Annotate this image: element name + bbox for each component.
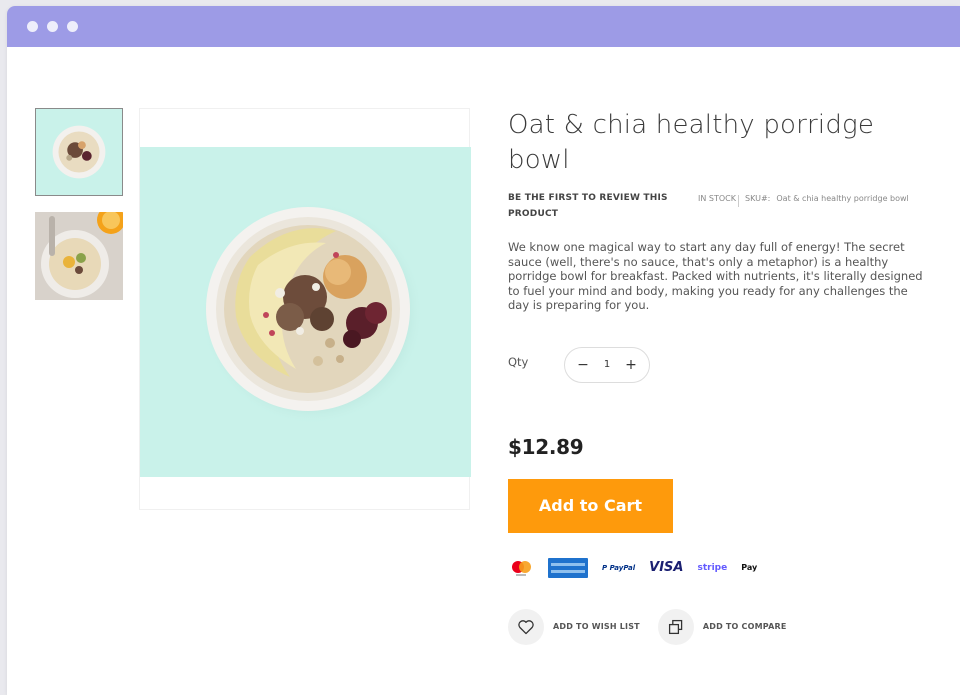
quantity-label: Qty: [508, 354, 529, 369]
product-meta: BE THE FIRST TO REVIEW THIS PRODUCT IN S…: [508, 190, 938, 222]
stock-status: IN STOCK: [698, 194, 736, 203]
apple-pay-icon: Pay: [741, 563, 758, 572]
product-details: Oat & chia healthy porridge bowl BE THE …: [508, 108, 938, 645]
window-titlebar: [7, 6, 960, 47]
quantity-decrement-button[interactable]: −: [577, 357, 589, 373]
product-description: We know one magical way to start any day…: [508, 240, 923, 312]
window-dot-minimize[interactable]: [47, 21, 58, 32]
stripe-icon: stripe: [697, 562, 728, 573]
thumbnail-2[interactable]: [35, 212, 123, 300]
browser-window: Oat & chia healthy porridge bowl BE THE …: [7, 6, 960, 695]
quantity-row: Qty − 1 +: [508, 346, 938, 383]
heart-icon: [508, 608, 544, 645]
amex-icon: [548, 557, 588, 578]
thumbnail-1-image: [36, 109, 122, 195]
compare-label: ADD TO COMPARE: [702, 622, 787, 631]
product-actions: ADD TO WISH LIST ADD TO COMPARE: [508, 608, 938, 645]
sku-label: SKU#:: [745, 194, 771, 203]
product-title: Oat & chia healthy porridge bowl: [508, 110, 875, 175]
main-product-image[interactable]: [139, 108, 471, 510]
thumbnail-gallery: [35, 108, 123, 316]
mastercard-icon: [508, 559, 534, 577]
porridge-bowl-image: [140, 147, 471, 477]
visa-icon: VISA: [649, 560, 684, 575]
payment-methods: P PayPal VISA stripe Pay: [508, 557, 938, 579]
quantity-increment-button[interactable]: +: [625, 357, 637, 373]
wishlist-label: ADD TO WISH LIST: [553, 622, 640, 631]
sku-value: Oat & chia healthy porridge bowl: [776, 194, 909, 203]
window-dot-close[interactable]: [27, 21, 38, 32]
window-dot-maximize[interactable]: [67, 21, 78, 32]
add-to-compare-button[interactable]: ADD TO COMPARE: [657, 608, 787, 645]
add-to-cart-button[interactable]: Add to Cart: [508, 478, 673, 533]
thumbnail-1[interactable]: [35, 108, 123, 196]
meta-divider: [738, 195, 739, 207]
add-to-wishlist-button[interactable]: ADD TO WISH LIST: [508, 608, 640, 645]
review-link[interactable]: BE THE FIRST TO REVIEW THIS PRODUCT: [508, 190, 698, 222]
compare-icon: [657, 608, 694, 645]
product-price: $12.89: [508, 434, 584, 459]
thumbnail-2-image: [35, 212, 123, 300]
quantity-value[interactable]: 1: [604, 359, 610, 370]
paypal-icon: P PayPal: [602, 563, 636, 572]
quantity-stepper: − 1 +: [564, 346, 650, 383]
